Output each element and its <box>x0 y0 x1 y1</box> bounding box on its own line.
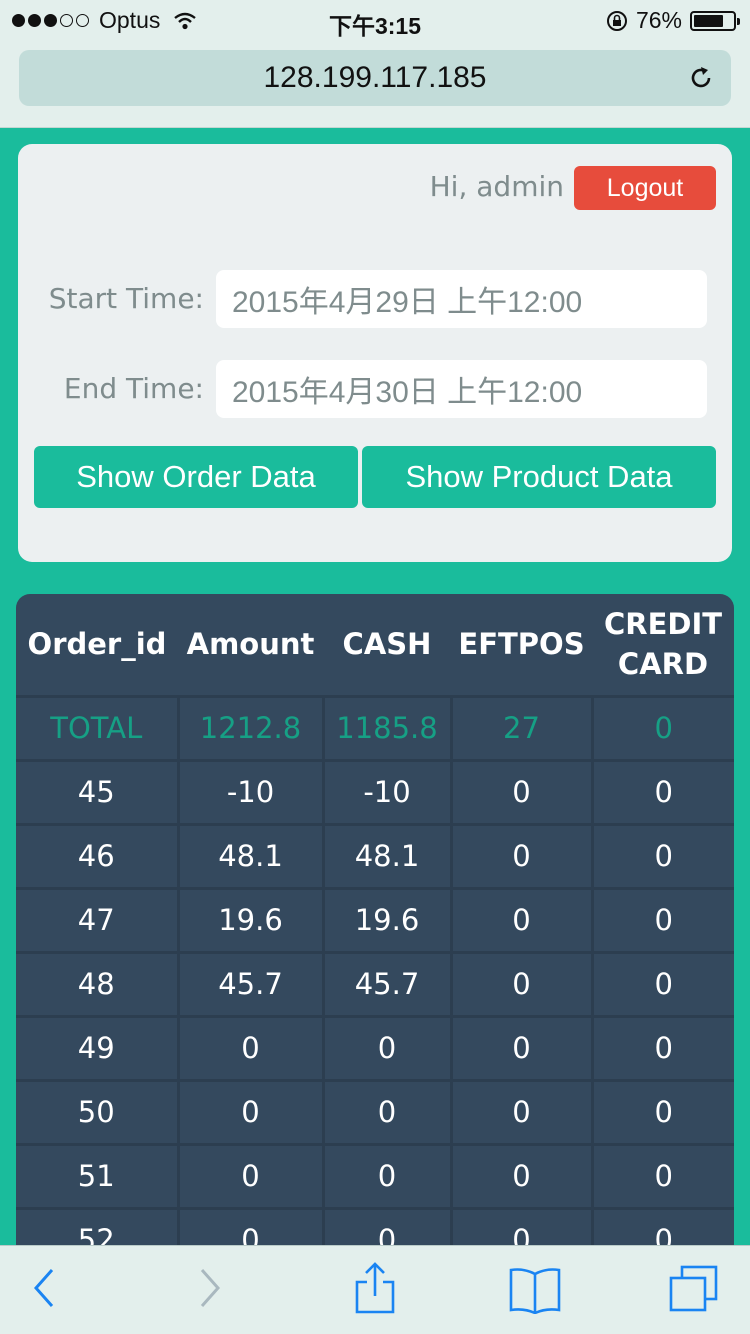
cell-eftpos: 0 <box>449 760 594 826</box>
reload-icon[interactable] <box>687 64 715 92</box>
rotation-lock-icon <box>606 10 627 31</box>
logout-button[interactable]: Logout <box>574 166 716 210</box>
cell-cash: 48.1 <box>321 824 453 890</box>
bookmarks-icon[interactable] <box>508 1266 562 1314</box>
cell-eftpos: 0 <box>449 952 594 1018</box>
start-time-input[interactable]: 2015年4月29日 上午12:00 <box>216 270 707 328</box>
column-header-eftpos[interactable]: EFTPOS <box>451 594 592 698</box>
cell-cash: 0 <box>321 1144 453 1210</box>
battery-icon <box>690 10 740 31</box>
cell-cash: 0 <box>321 1080 453 1146</box>
share-icon[interactable] <box>354 1262 396 1314</box>
total-credit-card: 0 <box>590 696 734 762</box>
cell-eftpos: 0 <box>449 824 594 890</box>
user-greeting: Hi, admin <box>429 170 564 203</box>
cell-cash: 0 <box>321 1016 453 1082</box>
cell-amount: -10 <box>176 760 325 826</box>
url-text: 128.199.117.185 <box>263 61 487 94</box>
address-bar[interactable]: 128.199.117.185 <box>19 50 731 106</box>
table-row: 49 0 0 0 0 <box>16 1016 734 1082</box>
table-header-row: Order_id Amount CASH EFTPOS CREDIT CARD <box>16 594 734 698</box>
cell-credit-card: 0 <box>590 1016 734 1082</box>
cell-credit-card: 0 <box>590 952 734 1018</box>
cell-order-id: 47 <box>16 888 180 954</box>
table-row: 48 45.7 45.7 0 0 <box>16 952 734 1018</box>
column-header-order-id[interactable]: Order_id <box>16 594 178 698</box>
table-row: 50 0 0 0 0 <box>16 1080 734 1146</box>
total-eftpos: 27 <box>449 696 594 762</box>
battery-percent: 76% <box>635 7 682 33</box>
cell-amount: 19.6 <box>176 888 325 954</box>
cell-order-id: 48 <box>16 952 180 1018</box>
cell-amount: 0 <box>176 1080 325 1146</box>
cell-order-id: 50 <box>16 1080 180 1146</box>
order-table: Order_id Amount CASH EFTPOS CREDIT CARD … <box>16 594 734 1274</box>
cell-amount: 48.1 <box>176 824 325 890</box>
cell-cash: -10 <box>321 760 453 826</box>
cell-order-id: 49 <box>16 1016 180 1082</box>
column-header-credit-card[interactable]: CREDIT CARD <box>592 594 734 698</box>
cell-credit-card: 0 <box>590 1080 734 1146</box>
status-bar: Optus 下午3:15 76% <box>0 0 750 42</box>
show-product-data-button[interactable]: Show Product Data <box>362 446 716 508</box>
browser-toolbar <box>0 1245 750 1334</box>
cell-order-id: 46 <box>16 824 180 890</box>
cell-eftpos: 0 <box>449 1080 594 1146</box>
cell-credit-card: 0 <box>590 888 734 954</box>
total-row: TOTAL 1212.8 1185.8 27 0 <box>16 696 734 762</box>
browser-top-bar: 128.199.117.185 <box>0 42 750 128</box>
cell-cash: 45.7 <box>321 952 453 1018</box>
filter-panel: Hi, admin Logout Start Time: 2015年4月29日 … <box>18 144 732 562</box>
tabs-icon[interactable] <box>668 1264 720 1314</box>
show-order-data-button[interactable]: Show Order Data <box>34 446 358 508</box>
forward-icon[interactable] <box>198 1266 224 1310</box>
cell-credit-card: 0 <box>590 824 734 890</box>
cell-eftpos: 0 <box>449 888 594 954</box>
start-time-label: Start Time: <box>48 282 204 315</box>
cell-order-id: 51 <box>16 1144 180 1210</box>
cell-amount: 45.7 <box>176 952 325 1018</box>
table-row: 45 -10 -10 0 0 <box>16 760 734 826</box>
total-label: TOTAL <box>16 696 180 762</box>
column-header-cash[interactable]: CASH <box>323 594 451 698</box>
battery-fill <box>694 14 723 27</box>
cell-amount: 0 <box>176 1016 325 1082</box>
cell-eftpos: 0 <box>449 1016 594 1082</box>
cell-credit-card: 0 <box>590 1144 734 1210</box>
end-time-input[interactable]: 2015年4月30日 上午12:00 <box>216 360 707 418</box>
status-right: 76% <box>606 7 740 34</box>
back-icon[interactable] <box>30 1266 56 1310</box>
cell-credit-card: 0 <box>590 760 734 826</box>
column-header-amount[interactable]: Amount <box>178 594 323 698</box>
total-cash: 1185.8 <box>321 696 453 762</box>
cell-cash: 19.6 <box>321 888 453 954</box>
table-row: 46 48.1 48.1 0 0 <box>16 824 734 890</box>
cell-order-id: 45 <box>16 760 180 826</box>
total-amount: 1212.8 <box>176 696 325 762</box>
table-row: 51 0 0 0 0 <box>16 1144 734 1210</box>
cell-amount: 0 <box>176 1144 325 1210</box>
order-table-container[interactable]: Order_id Amount CASH EFTPOS CREDIT CARD … <box>16 594 734 1314</box>
end-time-label: End Time: <box>63 372 204 405</box>
cell-eftpos: 0 <box>449 1144 594 1210</box>
table-row: 47 19.6 19.6 0 0 <box>16 888 734 954</box>
